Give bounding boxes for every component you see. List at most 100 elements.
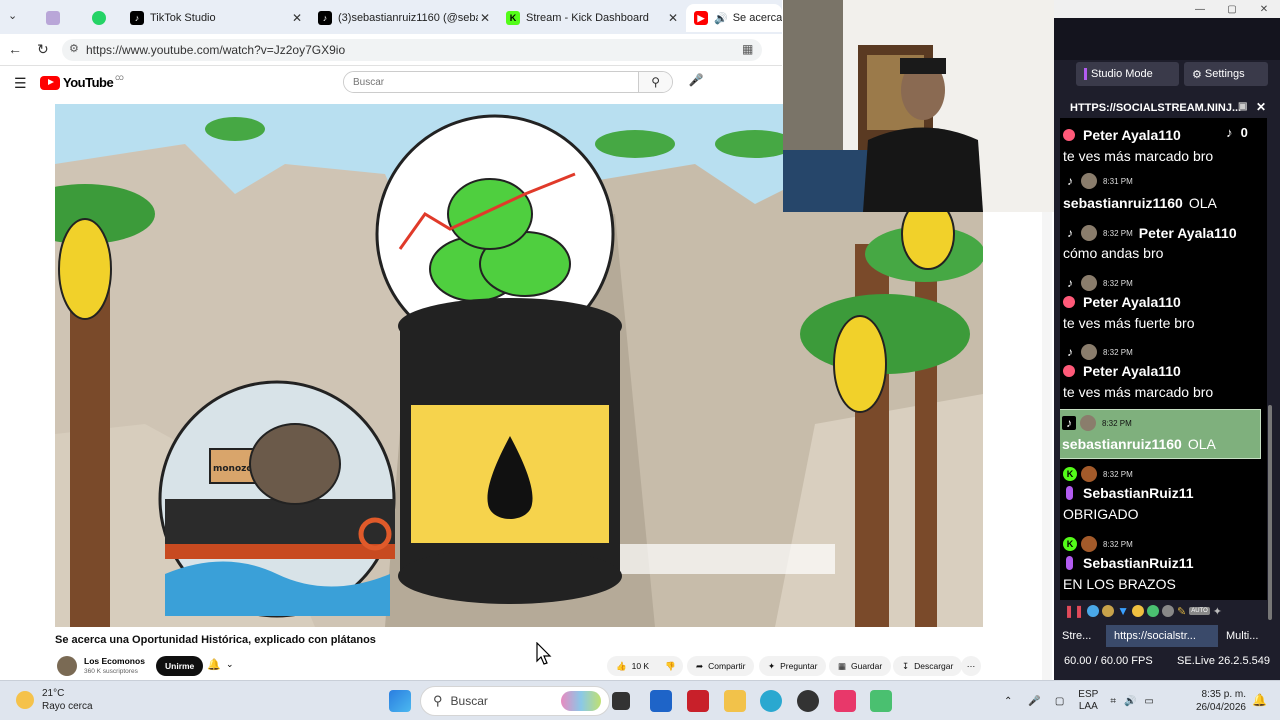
channel-name[interactable]: Los Ecomonos	[84, 656, 145, 666]
obs-icon[interactable]	[797, 690, 819, 712]
video-title: Se acerca una Oportunidad Histórica, exp…	[55, 634, 376, 646]
magic-icon[interactable]: ✦	[1213, 605, 1222, 618]
maximize-icon[interactable]: ▢	[1216, 4, 1248, 15]
settings-button[interactable]: ⚙ Settings	[1184, 62, 1268, 86]
like-button[interactable]: 👍 10 K 👎	[607, 656, 683, 676]
close-source-icon[interactable]: ✕	[1256, 100, 1266, 114]
bell-icon[interactable]: 🔔	[207, 658, 221, 671]
toolbar-icons: ❚❚ ▼ ✎ AUTO ✦	[1064, 601, 1274, 621]
site-info-icon[interactable]: ⚙	[69, 42, 79, 55]
speaker-icon[interactable]: 🔊	[714, 12, 728, 25]
auto-icon[interactable]: AUTO	[1189, 607, 1210, 615]
minimize-icon[interactable]: —	[1184, 4, 1216, 15]
sub-badge-icon	[1066, 486, 1073, 500]
emoji-icon[interactable]	[1132, 605, 1144, 617]
weather-icon	[16, 691, 34, 709]
mic-icon[interactable]: 🎤	[1028, 696, 1040, 707]
gift-badge-icon	[1063, 129, 1075, 141]
display-icon[interactable]: ▢	[1055, 696, 1064, 707]
youtube-logo[interactable]: YouTube CO	[40, 75, 124, 90]
avatar	[1081, 536, 1097, 552]
join-button[interactable]: Unirme	[156, 656, 204, 676]
youtube-play-icon	[40, 75, 60, 90]
dislike-icon[interactable]: 👎	[665, 661, 676, 672]
chat-bubble-icon[interactable]	[1087, 605, 1100, 617]
ask-button[interactable]: ✦ Preguntar	[759, 656, 827, 676]
close-icon[interactable]: ✕	[1248, 4, 1280, 15]
mic-icon[interactable]: 🎤	[687, 73, 705, 91]
chat-message: Peter Ayala110 te ves más marcado bro	[1060, 125, 1267, 164]
tab-list-chevron-icon[interactable]: ⌄	[8, 9, 22, 23]
gift-badge-icon	[1063, 296, 1075, 308]
chat-text: te ves más marcado bro	[1063, 384, 1214, 400]
studio-mode-button[interactable]: Studio Mode	[1076, 62, 1179, 86]
dock-tab-stream[interactable]: Stre...	[1054, 625, 1106, 647]
taskbar-search[interactable]: ⚲ Buscar	[420, 686, 610, 716]
menu-icon[interactable]: ☰	[14, 75, 27, 92]
chat-message: K 8:32 PM SebastianRuiz11 OBRIGADO	[1060, 465, 1267, 522]
chat-username: sebastianruiz1160	[1062, 436, 1182, 452]
wifi-icon[interactable]: ⌗	[1110, 696, 1116, 707]
language-indicator[interactable]: ESP LAA	[1078, 689, 1098, 713]
edge-icon[interactable]	[760, 690, 782, 712]
task-view-icon[interactable]	[612, 692, 630, 710]
pause-icon[interactable]: ❚❚	[1064, 604, 1084, 618]
back-arrow-icon[interactable]: ←	[8, 41, 22, 57]
chevron-down-icon[interactable]: ⌄	[226, 659, 234, 670]
chat-scrollbar[interactable]	[1268, 405, 1272, 620]
url-field[interactable]: ⚙ https://www.youtube.com/watch?v=Jz2oy7…	[62, 39, 762, 61]
notification-icon[interactable]: 🔔	[1252, 693, 1267, 707]
gear-icon[interactable]	[1162, 605, 1174, 617]
tab-tiktok-studio[interactable]: ♪ TikTok Studio ✕	[122, 4, 308, 32]
broom-icon[interactable]: ✎	[1177, 605, 1186, 618]
webcam-overlay	[783, 0, 1054, 212]
file-explorer-icon[interactable]	[724, 690, 746, 712]
app-icon	[46, 11, 60, 25]
close-tab-icon[interactable]: ✕	[480, 11, 490, 25]
battery-icon[interactable]: ▭	[1144, 696, 1153, 707]
antivirus-icon[interactable]	[687, 690, 709, 712]
tab-whatsapp[interactable]	[84, 4, 118, 32]
weather-condition: Rayo cerca	[42, 701, 93, 712]
more-options-button[interactable]: ⋯	[961, 656, 981, 676]
clock[interactable]: 8:35 p. m. 26/04/2026	[1190, 688, 1246, 714]
refresh-icon[interactable]	[1147, 605, 1159, 617]
studio-mode-label: Studio Mode	[1091, 68, 1153, 80]
search-icon[interactable]: ⚲	[638, 72, 672, 92]
channel-avatar[interactable]	[57, 656, 77, 676]
tab-kick-dashboard[interactable]: K Stream - Kick Dashboard ✕	[498, 4, 684, 32]
save-button[interactable]: ▦ Guardar	[829, 656, 892, 676]
chat-time: 8:32 PM	[1102, 418, 1132, 428]
close-tab-icon[interactable]: ✕	[668, 11, 678, 25]
dock-tab-multi[interactable]: Multi...	[1218, 625, 1266, 647]
tab-app[interactable]	[38, 4, 78, 32]
tab-label: (3)sebastianruiz1160 (@sebasti...	[338, 12, 478, 24]
chevron-up-icon[interactable]: ⌃	[1004, 696, 1012, 707]
store-icon[interactable]	[650, 690, 672, 712]
youtube-search-input[interactable]	[344, 72, 639, 92]
translate-icon[interactable]: ▦	[742, 42, 753, 56]
download-button[interactable]: ↧ Descargar	[893, 656, 963, 676]
youtube-icon: ▶	[694, 11, 708, 25]
dock-tab-socialstream[interactable]: https://socialstr...	[1106, 625, 1218, 647]
reload-icon[interactable]: ↻	[37, 41, 49, 58]
chat-text: te ves más fuerte bro	[1063, 315, 1195, 331]
volume-icon[interactable]: 🔊	[1124, 696, 1136, 707]
tiktok-icon: ♪	[130, 11, 144, 25]
tab-youtube-video[interactable]: ▶ 🔊 Se acerca u	[686, 4, 782, 32]
share-button[interactable]: ➦ Compartir	[687, 656, 755, 676]
bell-icon[interactable]	[1102, 605, 1115, 617]
social-stream-app-icon[interactable]	[870, 690, 892, 712]
sub-badge-icon	[1066, 556, 1073, 570]
filter-icon[interactable]: ▼	[1117, 604, 1129, 618]
tab-tiktok-profile[interactable]: ♪ (3)sebastianruiz1160 (@sebasti... ✕	[310, 4, 496, 32]
chat-username: SebastianRuiz11	[1083, 485, 1194, 501]
tiktok-app-icon[interactable]	[834, 690, 856, 712]
dock-tabs: Stre... https://socialstr... Multi...	[1054, 625, 1280, 647]
chat-text: OLA	[1187, 436, 1216, 452]
popout-icon[interactable]: ▣	[1238, 101, 1247, 112]
tab-label: Stream - Kick Dashboard	[526, 12, 649, 24]
close-tab-icon[interactable]: ✕	[292, 11, 302, 25]
weather-widget[interactable]: 21°C Rayo cerca	[16, 687, 93, 713]
start-icon[interactable]	[389, 690, 411, 712]
